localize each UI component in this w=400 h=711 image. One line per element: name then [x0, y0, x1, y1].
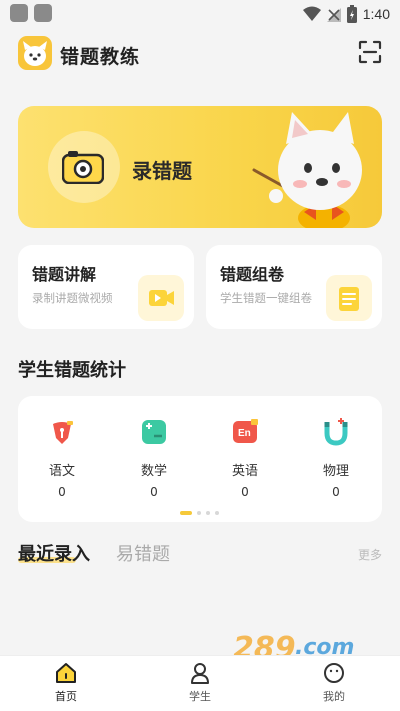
subject-name: 语文: [48, 464, 75, 479]
tab-frequent[interactable]: 易错题: [116, 540, 170, 566]
chinese-pen-icon: [53, 421, 73, 444]
dog-mascot-icon: [23, 41, 47, 66]
page-dot: [215, 511, 219, 515]
tab-recent[interactable]: 最近录入: [18, 540, 90, 566]
app-header: 错题教练: [0, 28, 400, 80]
stats-card: 语文 0 数学 0 En 英语 0 物理 0: [18, 396, 382, 522]
video-badge: [138, 275, 184, 321]
paper-icon: [339, 287, 359, 311]
subject-name: 物理: [322, 464, 349, 479]
stats-title: 学生错题统计: [18, 360, 126, 381]
subject-count: 0: [58, 485, 66, 499]
page-indicator: [180, 511, 219, 515]
subject-count: 0: [241, 485, 249, 499]
card-subtitle: 录制讲题微视频: [32, 291, 113, 305]
app-logo: [18, 36, 52, 70]
nav-students[interactable]: 学生: [165, 662, 235, 704]
app-title: 错题教练: [60, 46, 141, 68]
paper-badge: [326, 275, 372, 321]
records-tabs: 最近录入 易错题 更多: [18, 540, 382, 570]
battery-icon: [346, 5, 357, 23]
status-bar: 1:40: [0, 0, 400, 28]
nav-label: 学生: [189, 690, 211, 703]
bottom-navigation: 首页 学生 我的: [0, 655, 400, 711]
mistake-explain-card[interactable]: 错题讲解 录制讲题微视频: [18, 245, 194, 329]
page-dot-active: [180, 511, 192, 515]
more-link[interactable]: 更多: [358, 546, 382, 563]
subject-english[interactable]: En 英语 0: [215, 418, 275, 499]
subject-name: 数学: [140, 464, 167, 479]
subject-name: 英语: [231, 464, 258, 479]
svg-text:En: En: [238, 428, 251, 439]
notification-icon: [10, 4, 28, 22]
card-title: 错题组卷: [220, 265, 285, 284]
nav-label: 首页: [55, 690, 77, 703]
status-time: 1:40: [362, 6, 390, 22]
record-mistake-banner[interactable]: 录错题: [18, 106, 382, 228]
page-dot: [197, 511, 201, 515]
smiley-icon: [324, 663, 344, 683]
status-icons: 1:40: [302, 4, 390, 24]
english-icon: En: [233, 419, 258, 443]
banner-label: 录错题: [132, 159, 192, 183]
scan-icon[interactable]: [358, 40, 382, 64]
wifi-icon: [302, 6, 321, 21]
nav-home[interactable]: 首页: [31, 662, 101, 704]
math-icon: [142, 420, 166, 444]
page-dot: [206, 511, 210, 515]
subject-count: 0: [150, 485, 158, 499]
subject-chinese[interactable]: 语文 0: [32, 418, 92, 499]
video-camera-icon: [149, 290, 174, 306]
mascot-illustration: [252, 112, 362, 228]
signal-icon: [326, 8, 341, 22]
person-icon: [191, 663, 209, 684]
nav-profile[interactable]: 我的: [299, 662, 369, 704]
card-subtitle: 学生错题一键组卷: [220, 291, 312, 305]
notification-icon: [34, 4, 52, 22]
subject-math[interactable]: 数学 0: [124, 418, 184, 499]
subject-physics[interactable]: 物理 0: [306, 418, 366, 499]
nav-label: 我的: [323, 690, 345, 703]
card-title: 错题讲解: [32, 265, 97, 284]
magnet-icon: [324, 418, 348, 446]
subject-count: 0: [332, 485, 340, 499]
home-icon: [56, 663, 76, 683]
camera-icon: [62, 151, 104, 184]
mistake-compose-card[interactable]: 错题组卷 学生错题一键组卷: [206, 245, 382, 329]
